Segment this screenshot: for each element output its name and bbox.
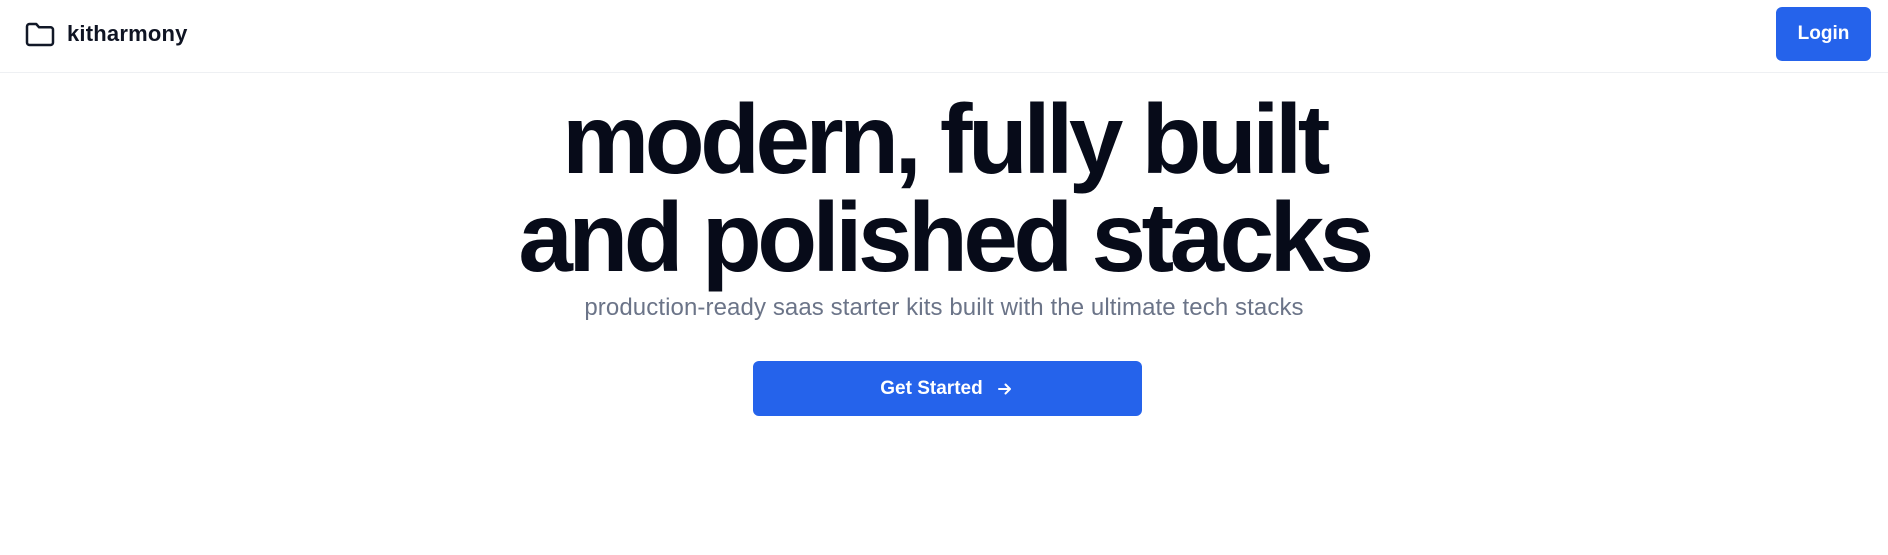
get-started-button[interactable]: Get Started [753, 361, 1142, 416]
folder-icon [24, 19, 56, 49]
hero-headline-line-1: modern, fully built [562, 84, 1330, 194]
arrow-right-icon [995, 379, 1015, 399]
brand-name: kitharmony [67, 21, 188, 46]
hero-headline: modern, fully built and polished stacks [0, 90, 1888, 286]
hero-subtitle: production-ready saas starter kits built… [584, 294, 1304, 321]
brand-logo-link[interactable]: kitharmony [24, 19, 188, 49]
top-navigation-bar: kitharmony Login [0, 0, 1888, 73]
get-started-label: Get Started [880, 377, 983, 399]
hero-headline-line-2: and polished stacks [518, 182, 1374, 292]
login-button[interactable]: Login [1776, 7, 1871, 61]
